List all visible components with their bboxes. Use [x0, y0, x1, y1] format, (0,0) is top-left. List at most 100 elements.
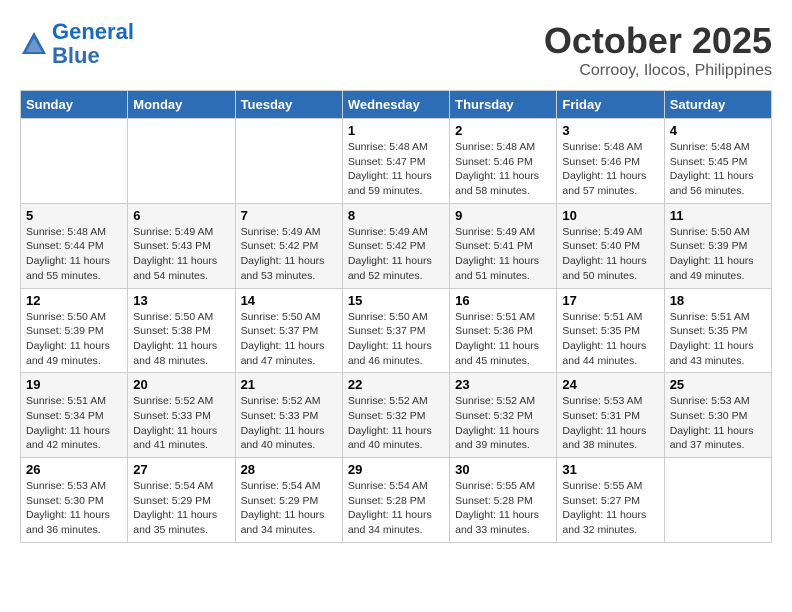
day-number: 15	[348, 293, 444, 308]
day-number: 8	[348, 208, 444, 223]
day-number: 24	[562, 377, 658, 392]
day-info: Sunrise: 5:49 AM Sunset: 5:40 PM Dayligh…	[562, 225, 658, 284]
day-info: Sunrise: 5:52 AM Sunset: 5:33 PM Dayligh…	[241, 394, 337, 453]
calendar-cell: 12Sunrise: 5:50 AM Sunset: 5:39 PM Dayli…	[21, 288, 128, 373]
day-number: 28	[241, 462, 337, 477]
calendar-cell: 31Sunrise: 5:55 AM Sunset: 5:27 PM Dayli…	[557, 458, 664, 543]
day-info: Sunrise: 5:51 AM Sunset: 5:34 PM Dayligh…	[26, 394, 122, 453]
day-number: 4	[670, 123, 766, 138]
day-info: Sunrise: 5:49 AM Sunset: 5:41 PM Dayligh…	[455, 225, 551, 284]
day-number: 2	[455, 123, 551, 138]
day-info: Sunrise: 5:49 AM Sunset: 5:43 PM Dayligh…	[133, 225, 229, 284]
calendar-week-row: 12Sunrise: 5:50 AM Sunset: 5:39 PM Dayli…	[21, 288, 772, 373]
calendar-cell: 29 Sunrise: 5:54 AM Sunset: 5:28 PM Dayli…	[342, 458, 449, 543]
calendar-cell: 19Sunrise: 5:51 AM Sunset: 5:34 PM Dayli…	[21, 373, 128, 458]
day-number: 5	[26, 208, 122, 223]
page-header: General Blue October 2025 Corrooy, Iloco…	[20, 20, 772, 80]
calendar-cell: 10 Sunrise: 5:49 AM Sunset: 5:40 PM Dayli…	[557, 203, 664, 288]
calendar-cell: 22 Sunrise: 5:52 AM Sunset: 5:32 PM Dayli…	[342, 373, 449, 458]
weekday-header-saturday: Saturday	[664, 91, 771, 119]
calendar-cell: 26 Sunrise: 5:53 AM Sunset: 5:30 PM Dayli…	[21, 458, 128, 543]
calendar-cell: 17 Sunrise: 5:51 AM Sunset: 5:35 PM Dayli…	[557, 288, 664, 373]
calendar-cell: 20 Sunrise: 5:52 AM Sunset: 5:33 PM Dayli…	[128, 373, 235, 458]
day-number: 11	[670, 208, 766, 223]
day-info: Sunrise: 5:55 AM Sunset: 5:28 PM Dayligh…	[455, 479, 551, 538]
logo-line1: General	[52, 19, 134, 44]
title-block: October 2025 Corrooy, Ilocos, Philippine…	[544, 20, 772, 80]
day-info: Sunrise: 5:50 AM Sunset: 5:37 PM Dayligh…	[348, 310, 444, 369]
day-info: Sunrise: 5:52 AM Sunset: 5:33 PM Dayligh…	[133, 394, 229, 453]
calendar-table: SundayMondayTuesdayWednesdayThursdayFrid…	[20, 90, 772, 543]
day-info: Sunrise: 5:51 AM Sunset: 5:35 PM Dayligh…	[562, 310, 658, 369]
calendar-cell: 14 Sunrise: 5:50 AM Sunset: 5:37 PM Dayli…	[235, 288, 342, 373]
calendar-cell	[21, 119, 128, 204]
calendar-cell: 2Sunrise: 5:48 AM Sunset: 5:46 PM Daylig…	[450, 119, 557, 204]
calendar-cell: 7 Sunrise: 5:49 AM Sunset: 5:42 PM Daylig…	[235, 203, 342, 288]
weekday-header-wednesday: Wednesday	[342, 91, 449, 119]
day-info: Sunrise: 5:52 AM Sunset: 5:32 PM Dayligh…	[348, 394, 444, 453]
logo-icon	[20, 30, 48, 58]
day-number: 21	[241, 377, 337, 392]
day-info: Sunrise: 5:50 AM Sunset: 5:37 PM Dayligh…	[241, 310, 337, 369]
day-number: 16	[455, 293, 551, 308]
day-info: Sunrise: 5:53 AM Sunset: 5:31 PM Dayligh…	[562, 394, 658, 453]
month-title: October 2025	[544, 20, 772, 62]
calendar-cell: 18Sunrise: 5:51 AM Sunset: 5:35 PM Dayli…	[664, 288, 771, 373]
day-number: 22	[348, 377, 444, 392]
day-number: 17	[562, 293, 658, 308]
day-number: 9	[455, 208, 551, 223]
calendar-cell: 23Sunrise: 5:52 AM Sunset: 5:32 PM Dayli…	[450, 373, 557, 458]
day-number: 12	[26, 293, 122, 308]
weekday-header-sunday: Sunday	[21, 91, 128, 119]
calendar-cell: 3Sunrise: 5:48 AM Sunset: 5:46 PM Daylig…	[557, 119, 664, 204]
calendar-cell: 25Sunrise: 5:53 AM Sunset: 5:30 PM Dayli…	[664, 373, 771, 458]
day-number: 23	[455, 377, 551, 392]
day-info: Sunrise: 5:55 AM Sunset: 5:27 PM Dayligh…	[562, 479, 658, 538]
calendar-cell: 1Sunrise: 5:48 AM Sunset: 5:47 PM Daylig…	[342, 119, 449, 204]
day-number: 18	[670, 293, 766, 308]
day-number: 29	[348, 462, 444, 477]
calendar-cell: 27 Sunrise: 5:54 AM Sunset: 5:29 PM Dayli…	[128, 458, 235, 543]
calendar-cell	[128, 119, 235, 204]
day-info: Sunrise: 5:48 AM Sunset: 5:45 PM Dayligh…	[670, 140, 766, 199]
day-info: Sunrise: 5:53 AM Sunset: 5:30 PM Dayligh…	[26, 479, 122, 538]
calendar-cell: 24 Sunrise: 5:53 AM Sunset: 5:31 PM Dayli…	[557, 373, 664, 458]
day-info: Sunrise: 5:48 AM Sunset: 5:44 PM Dayligh…	[26, 225, 122, 284]
weekday-header-row: SundayMondayTuesdayWednesdayThursdayFrid…	[21, 91, 772, 119]
calendar-cell: 13Sunrise: 5:50 AM Sunset: 5:38 PM Dayli…	[128, 288, 235, 373]
calendar-cell: 8Sunrise: 5:49 AM Sunset: 5:42 PM Daylig…	[342, 203, 449, 288]
day-number: 13	[133, 293, 229, 308]
calendar-cell: 28 Sunrise: 5:54 AM Sunset: 5:29 PM Dayli…	[235, 458, 342, 543]
day-number: 10	[562, 208, 658, 223]
calendar-cell: 11Sunrise: 5:50 AM Sunset: 5:39 PM Dayli…	[664, 203, 771, 288]
day-number: 30	[455, 462, 551, 477]
day-number: 1	[348, 123, 444, 138]
weekday-header-tuesday: Tuesday	[235, 91, 342, 119]
day-number: 14	[241, 293, 337, 308]
day-info: Sunrise: 5:54 AM Sunset: 5:29 PM Dayligh…	[133, 479, 229, 538]
day-info: Sunrise: 5:49 AM Sunset: 5:42 PM Dayligh…	[241, 225, 337, 284]
day-number: 6	[133, 208, 229, 223]
day-number: 20	[133, 377, 229, 392]
day-info: Sunrise: 5:51 AM Sunset: 5:36 PM Dayligh…	[455, 310, 551, 369]
calendar-cell: 16 Sunrise: 5:51 AM Sunset: 5:36 PM Dayli…	[450, 288, 557, 373]
calendar-cell: 6 Sunrise: 5:49 AM Sunset: 5:43 PM Daylig…	[128, 203, 235, 288]
weekday-header-thursday: Thursday	[450, 91, 557, 119]
calendar-cell	[664, 458, 771, 543]
calendar-cell: 30 Sunrise: 5:55 AM Sunset: 5:28 PM Dayli…	[450, 458, 557, 543]
calendar-cell: 4 Sunrise: 5:48 AM Sunset: 5:45 PM Daylig…	[664, 119, 771, 204]
calendar-week-row: 19Sunrise: 5:51 AM Sunset: 5:34 PM Dayli…	[21, 373, 772, 458]
day-number: 7	[241, 208, 337, 223]
day-info: Sunrise: 5:53 AM Sunset: 5:30 PM Dayligh…	[670, 394, 766, 453]
logo: General Blue	[20, 20, 134, 68]
calendar-cell: 9 Sunrise: 5:49 AM Sunset: 5:41 PM Daylig…	[450, 203, 557, 288]
day-number: 27	[133, 462, 229, 477]
logo-line2: Blue	[52, 43, 100, 68]
calendar-week-row: 5 Sunrise: 5:48 AM Sunset: 5:44 PM Daylig…	[21, 203, 772, 288]
day-info: Sunrise: 5:54 AM Sunset: 5:29 PM Dayligh…	[241, 479, 337, 538]
location-subtitle: Corrooy, Ilocos, Philippines	[544, 62, 772, 80]
weekday-header-monday: Monday	[128, 91, 235, 119]
day-number: 3	[562, 123, 658, 138]
day-info: Sunrise: 5:54 AM Sunset: 5:28 PM Dayligh…	[348, 479, 444, 538]
day-number: 26	[26, 462, 122, 477]
